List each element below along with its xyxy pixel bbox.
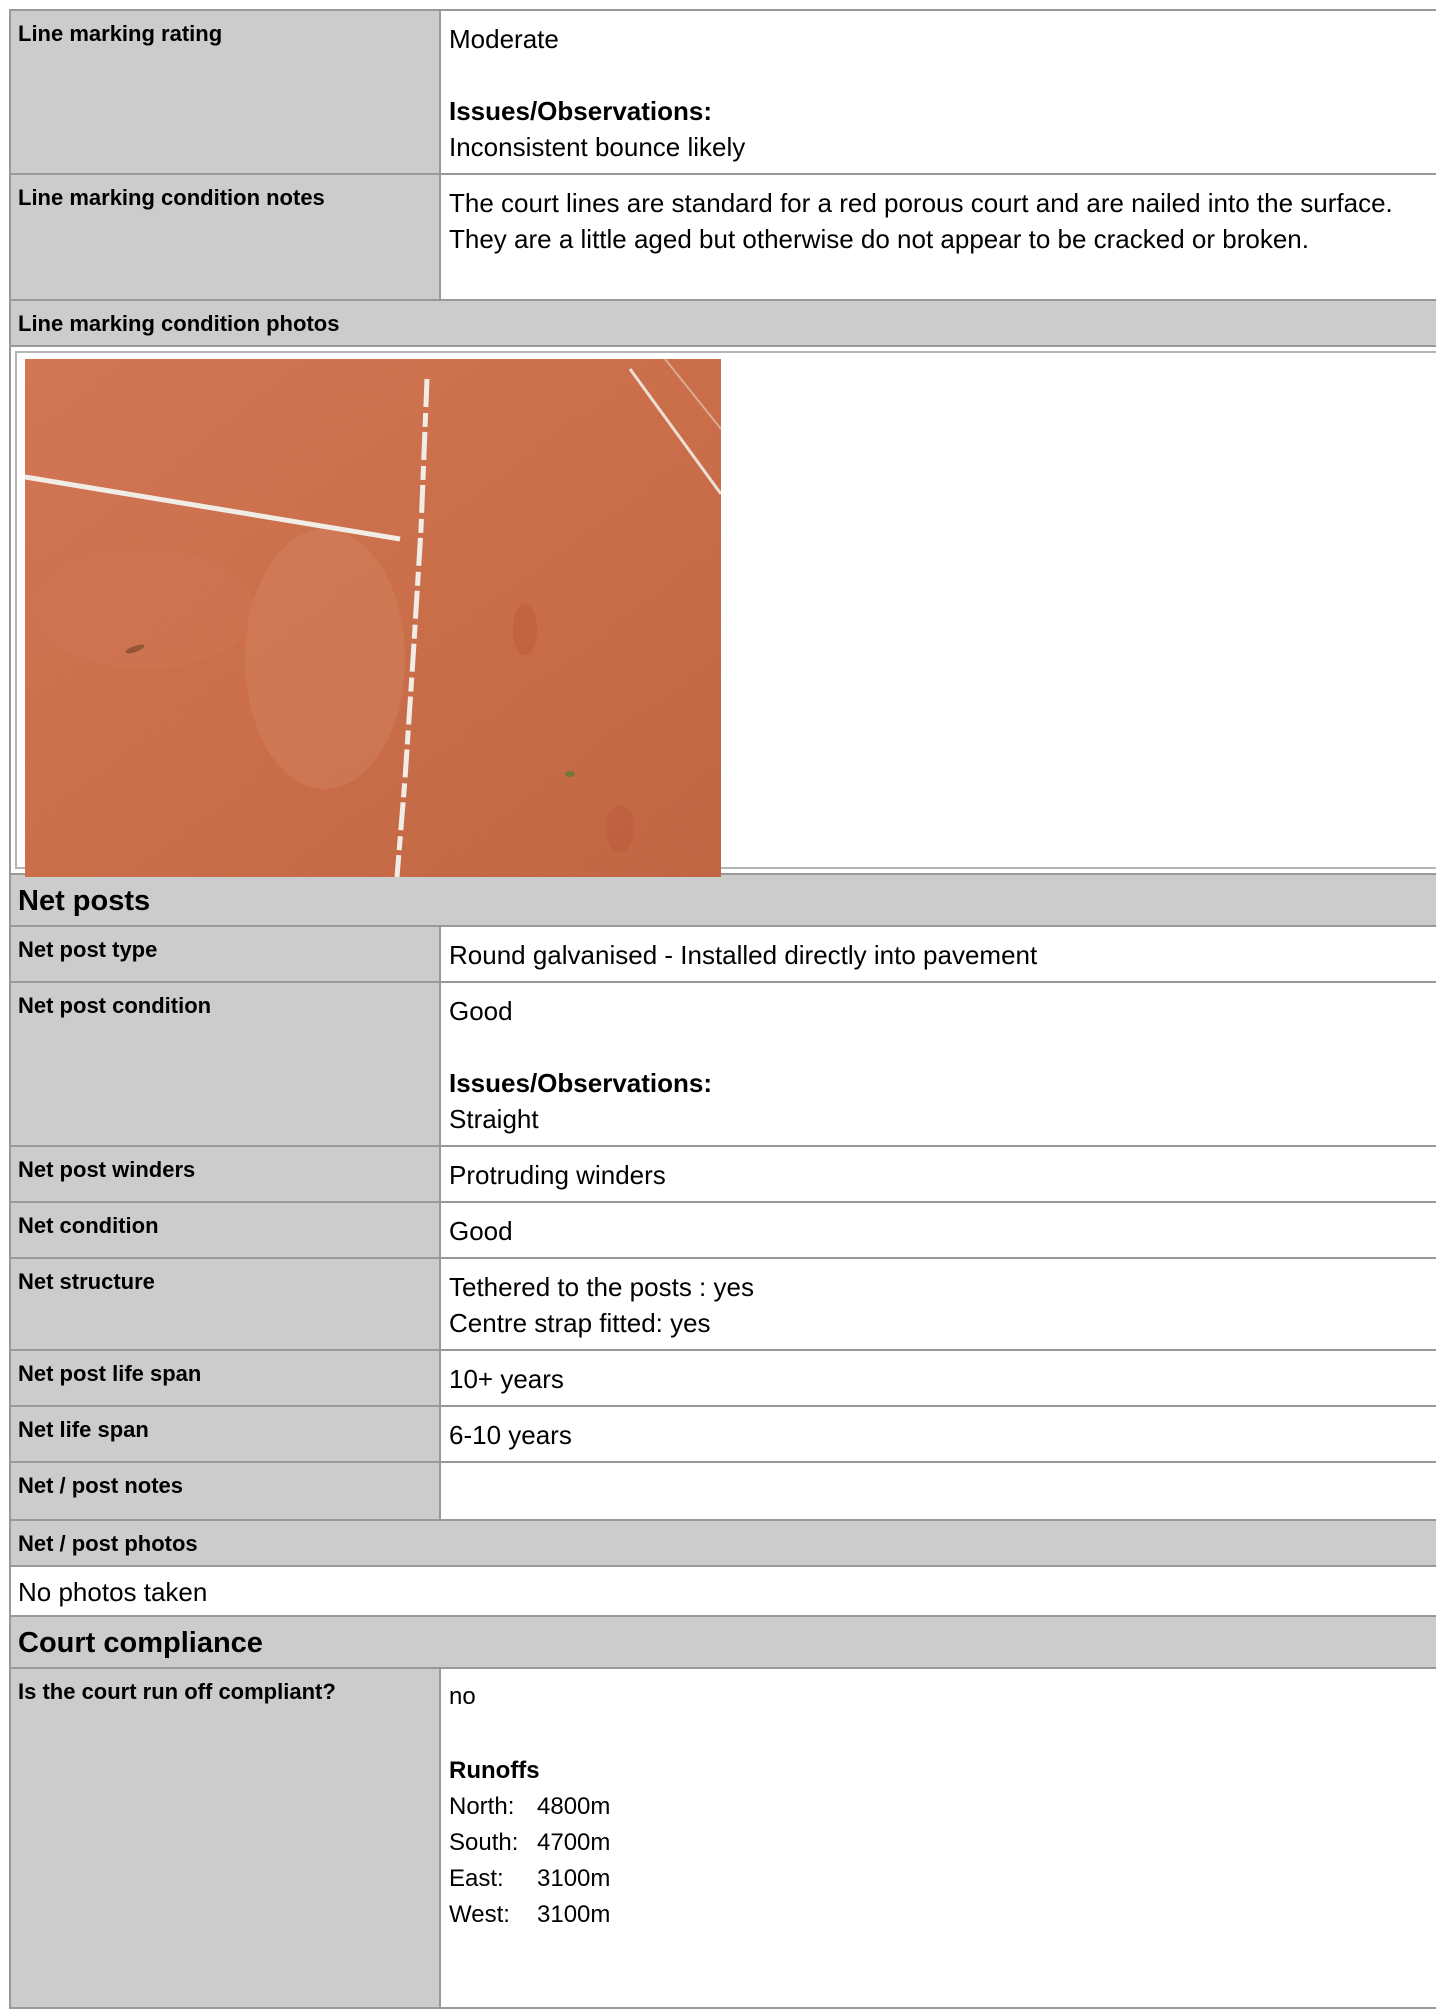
row-net-post-life-span: Net post life span 10+ years bbox=[9, 1349, 1436, 1407]
runoff-row-east: East: 3100m bbox=[449, 1861, 1436, 1897]
net-post-type-label: Net post type bbox=[9, 925, 441, 983]
net-post-notes-label: Net / post notes bbox=[9, 1461, 441, 1521]
photo-frame bbox=[15, 351, 1436, 877]
line-marking-rating-value: Moderate bbox=[449, 24, 559, 54]
net-post-condition-obs-label: Issues/Observations: bbox=[449, 1068, 712, 1098]
runoff-compliant-cell: no Runoffs North: 4800m South: 4700m Eas… bbox=[439, 1667, 1436, 2009]
net-post-photos-label: Net / post photos bbox=[9, 1519, 1436, 1567]
worn-patch-2 bbox=[35, 549, 255, 669]
net-post-notes-value bbox=[439, 1461, 1436, 1521]
net-condition-value: Good bbox=[439, 1201, 1436, 1259]
row-runoff-compliant: Is the court run off compliant? no Runof… bbox=[9, 1667, 1436, 2009]
runoff-compliant-value: no bbox=[449, 1683, 476, 1710]
net-life-span-value: 6-10 years bbox=[439, 1405, 1436, 1463]
row-net-structure: Net structure Tethered to the posts : ye… bbox=[9, 1257, 1436, 1351]
line-marking-notes-label: Line marking condition notes bbox=[9, 173, 441, 301]
net-structure-label: Net structure bbox=[9, 1257, 441, 1351]
row-net-post-photos-header: Net / post photos bbox=[9, 1519, 1436, 1567]
runoff-dir: West: bbox=[449, 1901, 510, 1928]
runoff-row-south: South: 4700m bbox=[449, 1825, 1436, 1861]
runoffs-title: Runoffs bbox=[449, 1757, 540, 1784]
row-net-condition: Net condition Good bbox=[9, 1201, 1436, 1259]
runoff-value: 3100m bbox=[537, 1901, 611, 1928]
row-line-marking-photos bbox=[9, 345, 1436, 877]
leaf-debris-2 bbox=[565, 771, 575, 777]
net-post-photos-value: No photos taken bbox=[9, 1565, 1436, 1617]
row-line-marking-photos-header: Line marking condition photos bbox=[9, 299, 1436, 347]
worn-patch bbox=[245, 529, 405, 789]
row-net-posts-section: Net posts bbox=[9, 873, 1436, 927]
runoff-value: 4700m bbox=[537, 1829, 611, 1856]
line-marking-rating-label: Line marking rating bbox=[9, 9, 441, 175]
row-line-marking-rating: Line marking rating Moderate Issues/Obse… bbox=[9, 9, 1436, 175]
net-condition-label: Net condition bbox=[9, 1201, 441, 1259]
runoff-dir: East: bbox=[449, 1865, 504, 1892]
line-marking-obs-label: Issues/Observations: bbox=[449, 96, 712, 126]
net-post-condition-cell: Good Issues/Observations: Straight bbox=[439, 981, 1436, 1147]
runoffs-list: North: 4800m South: 4700m East: 3100m We… bbox=[449, 1789, 1436, 1933]
net-structure-cell: Tethered to the posts : yes Centre strap… bbox=[439, 1257, 1436, 1351]
line-marking-notes-value: The court lines are standard for a red p… bbox=[439, 173, 1436, 301]
net-structure-line-1: Tethered to the posts : yes bbox=[449, 1272, 754, 1302]
net-post-winders-value: Protruding winders bbox=[439, 1145, 1436, 1203]
line-marking-photos-label: Line marking condition photos bbox=[9, 299, 1436, 347]
line-marking-photos-cell bbox=[9, 345, 1436, 877]
row-net-post-type: Net post type Round galvanised - Install… bbox=[9, 925, 1436, 983]
row-net-post-notes: Net / post notes bbox=[9, 1461, 1436, 1521]
net-life-span-label: Net life span bbox=[9, 1405, 441, 1463]
net-post-condition-value: Good bbox=[449, 996, 513, 1026]
net-post-condition-label: Net post condition bbox=[9, 981, 441, 1147]
row-net-post-condition: Net post condition Good Issues/Observati… bbox=[9, 981, 1436, 1147]
row-compliance-section: Court compliance bbox=[9, 1615, 1436, 1669]
footprint-2 bbox=[606, 805, 634, 853]
runoff-value: 3100m bbox=[537, 1865, 611, 1892]
net-post-winders-label: Net post winders bbox=[9, 1145, 441, 1203]
report-table: Line marking rating Moderate Issues/Obse… bbox=[9, 9, 1436, 2009]
net-post-life-span-label: Net post life span bbox=[9, 1349, 441, 1407]
runoff-value: 4800m bbox=[537, 1793, 611, 1820]
net-posts-section-title: Net posts bbox=[9, 873, 1436, 927]
runoff-row-north: North: 4800m bbox=[449, 1789, 1436, 1825]
net-post-type-value: Round galvanised - Installed directly in… bbox=[439, 925, 1436, 983]
net-post-life-span-value: 10+ years bbox=[439, 1349, 1436, 1407]
row-net-post-photos: No photos taken bbox=[9, 1565, 1436, 1617]
line-marking-rating-cell: Moderate Issues/Observations: Inconsiste… bbox=[439, 9, 1436, 175]
row-net-life-span: Net life span 6-10 years bbox=[9, 1405, 1436, 1463]
line-marking-obs-value: Inconsistent bounce likely bbox=[449, 132, 746, 162]
runoff-compliant-label: Is the court run off compliant? bbox=[9, 1667, 441, 2009]
runoff-dir: South: bbox=[449, 1829, 519, 1856]
footprint bbox=[513, 603, 537, 655]
runoff-dir: North: bbox=[449, 1793, 515, 1820]
net-post-condition-obs-value: Straight bbox=[449, 1104, 539, 1134]
runoff-row-west: West: 3100m bbox=[449, 1897, 1436, 1933]
compliance-section-title: Court compliance bbox=[9, 1615, 1436, 1669]
court-line-photo[interactable] bbox=[25, 359, 721, 877]
net-structure-line-2: Centre strap fitted: yes bbox=[449, 1308, 711, 1338]
row-line-marking-notes: Line marking condition notes The court l… bbox=[9, 173, 1436, 301]
row-net-post-winders: Net post winders Protruding winders bbox=[9, 1145, 1436, 1203]
